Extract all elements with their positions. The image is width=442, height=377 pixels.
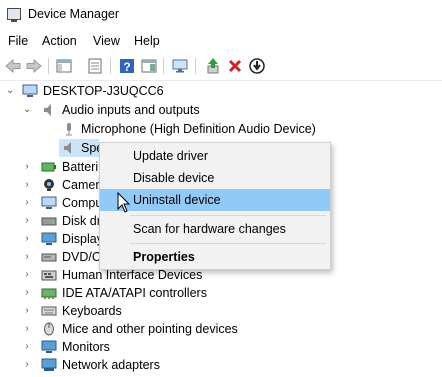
tree-root-row[interactable]: ⌄ DESKTOP-J3UQCC6 — [0, 82, 200, 100]
toolbar: ? — [0, 52, 442, 81]
toolbar-separator — [110, 58, 111, 74]
microphone-icon — [61, 122, 77, 136]
expand-chevron-icon[interactable]: › — [23, 320, 31, 338]
menu-separator — [130, 243, 326, 244]
tree-item-label: IDE ATA/ATAPI controllers — [62, 286, 207, 300]
collapse-chevron-icon[interactable]: ⌄ — [23, 101, 31, 119]
expand-chevron-icon[interactable]: › — [23, 176, 31, 194]
tree-item-label: DVD/C — [62, 250, 101, 264]
tree-item-microphone[interactable]: Microphone (High Definition Audio Device… — [0, 120, 330, 138]
tree-item-ide-controllers[interactable]: › IDE ATA/ATAPI controllers — [0, 284, 207, 302]
menu-disable-device[interactable]: Disable device — [100, 167, 330, 189]
tree-item-label: Disk dr — [62, 214, 101, 228]
uninstall-x-icon[interactable] — [226, 57, 244, 75]
computer-icon — [22, 84, 38, 98]
tree-item-label: Display — [62, 232, 103, 246]
tree-root-label: DESKTOP-J3UQCC6 — [43, 84, 164, 98]
expand-chevron-icon[interactable]: › — [23, 194, 31, 212]
tree-item-monitors[interactable]: › Monitors — [0, 338, 200, 356]
toolbar-separator — [48, 58, 49, 74]
collapse-chevron-icon[interactable]: ⌄ — [6, 82, 14, 100]
help-icon[interactable]: ? — [118, 57, 136, 75]
battery-icon — [41, 160, 57, 174]
toolbar-separator — [163, 58, 164, 74]
menu-file[interactable]: File — [8, 34, 28, 48]
tree-item-label: Microphone (High Definition Audio Device… — [81, 122, 316, 136]
tree-item-speakers[interactable]: Spe — [59, 139, 103, 157]
tree-item-label: Audio inputs and outputs — [62, 103, 200, 117]
context-menu: Update driver Disable device Uninstall d… — [99, 142, 331, 270]
display-adapter-icon — [41, 232, 57, 246]
network-adapter-icon — [41, 358, 57, 372]
computer-icon — [41, 196, 57, 210]
expand-chevron-icon[interactable]: › — [23, 284, 31, 302]
forward-arrow-icon[interactable] — [25, 57, 43, 75]
menu-update-driver[interactable]: Update driver — [100, 145, 330, 167]
menu-bar: File Action View Help — [0, 31, 442, 51]
camera-icon — [41, 178, 57, 192]
expand-chevron-icon[interactable]: › — [23, 230, 31, 248]
expand-chevron-icon[interactable]: › — [23, 248, 31, 266]
tree-item-batteries[interactable]: › Batteri — [0, 158, 100, 176]
tree-item-mice[interactable]: › Mice and other pointing devices — [0, 320, 260, 338]
tree-item-network-adapters[interactable]: › Network adapters — [0, 356, 200, 374]
monitor-icon — [41, 340, 57, 354]
disable-device-icon[interactable] — [248, 57, 266, 75]
expand-chevron-icon[interactable]: › — [23, 212, 31, 230]
menu-uninstall-device[interactable]: Uninstall device — [100, 189, 330, 211]
tree-item-computer[interactable]: › Compu — [0, 194, 103, 212]
device-manager-app-icon — [7, 8, 21, 22]
ide-controller-icon — [41, 286, 57, 300]
speaker-icon — [61, 141, 77, 155]
speaker-icon — [41, 103, 57, 117]
tree-item-label: Camer — [62, 178, 100, 192]
back-arrow-icon[interactable] — [4, 57, 22, 75]
tree-item-dvd-drives[interactable]: › DVD/C — [0, 248, 101, 266]
dvd-drive-icon — [41, 250, 57, 264]
monitor-scan-icon[interactable] — [171, 57, 189, 75]
menu-properties[interactable]: Properties — [100, 246, 330, 268]
tree-item-label: Compu — [62, 196, 103, 210]
toolbar-separator — [195, 58, 196, 74]
tree-item-keyboards[interactable]: › Keyboards — [0, 302, 200, 320]
tree-item-label: Batteri — [62, 160, 99, 174]
menu-view[interactable]: View — [93, 34, 120, 48]
menu-help[interactable]: Help — [134, 34, 160, 48]
menu-action[interactable]: Action — [42, 34, 77, 48]
svg-text:?: ? — [123, 60, 130, 74]
disk-drive-icon — [41, 214, 57, 228]
expand-chevron-icon[interactable]: › — [23, 338, 31, 356]
menu-separator — [130, 215, 326, 216]
mouse-icon — [41, 322, 57, 336]
properties-icon[interactable] — [86, 57, 104, 75]
expand-chevron-icon[interactable]: › — [23, 158, 31, 176]
tree-item-label: Keyboards — [62, 304, 122, 318]
menu-scan-hardware[interactable]: Scan for hardware changes — [100, 218, 330, 240]
keyboard-icon — [41, 304, 57, 318]
tree-item-label: Network adapters — [62, 358, 160, 372]
action-pane-icon[interactable] — [140, 57, 158, 75]
mouse-cursor-icon — [117, 191, 131, 217]
title-bar: Device Manager — [0, 0, 442, 30]
tree-item-audio[interactable]: ⌄ Audio inputs and outputs — [0, 101, 260, 119]
hid-icon — [41, 268, 57, 282]
tree-item-label: Monitors — [62, 340, 110, 354]
tree-item-disk-drives[interactable]: › Disk dr — [0, 212, 101, 230]
update-driver-icon[interactable] — [204, 57, 222, 75]
show-hide-tree-icon[interactable] — [55, 57, 73, 75]
tree-item-label: Mice and other pointing devices — [62, 322, 238, 336]
expand-chevron-icon[interactable]: › — [23, 302, 31, 320]
tree-item-cameras[interactable]: › Camer — [0, 176, 100, 194]
window-title: Device Manager — [28, 7, 120, 21]
expand-chevron-icon[interactable]: › — [23, 266, 31, 284]
expand-chevron-icon[interactable]: › — [23, 356, 31, 374]
tree-item-display-adapters[interactable]: › Display — [0, 230, 103, 248]
